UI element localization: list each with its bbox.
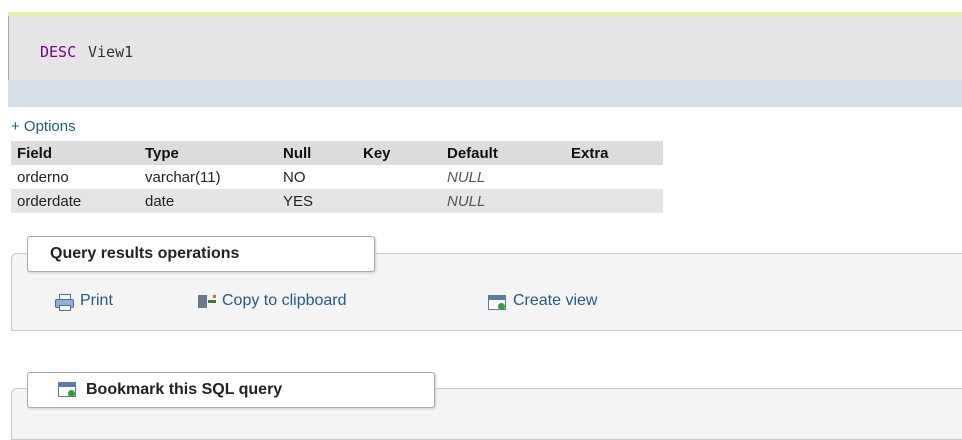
create-view-label: Create view — [513, 292, 598, 309]
cell-type: date — [139, 189, 277, 213]
sql-query-box[interactable]: DESC View1 — [8, 16, 962, 80]
copy-clipboard-icon — [198, 294, 216, 310]
copy-label: Copy to clipboard — [222, 292, 347, 309]
sql-toolbar — [8, 80, 962, 107]
query-results-operations-legend: Query results operations — [27, 236, 375, 272]
bookmark-label: Bookmark this SQL query — [86, 381, 283, 398]
bookmark-icon — [58, 381, 76, 397]
top-strip — [0, 0, 962, 10]
cell-key — [357, 165, 441, 189]
cell-default: NULL — [441, 189, 565, 213]
sql-keyword: DESC — [40, 43, 77, 61]
print-label: Print — [80, 292, 113, 309]
cell-extra — [565, 165, 663, 189]
cell-null: NO — [277, 165, 357, 189]
create-view-icon — [488, 294, 506, 310]
column-header-extra[interactable]: Extra — [565, 141, 663, 165]
column-header-type[interactable]: Type — [139, 141, 277, 165]
cell-field: orderdate — [11, 189, 139, 213]
table-header-row: Field Type Null Key Default Extra — [11, 141, 663, 165]
cell-key — [357, 189, 441, 213]
cell-default: NULL — [441, 165, 565, 189]
cell-field: orderno — [11, 165, 139, 189]
table-row: orderdate date YES NULL — [11, 189, 663, 213]
options-link[interactable]: + Options — [11, 118, 76, 135]
column-header-key[interactable]: Key — [357, 141, 441, 165]
bookmark-legend[interactable]: Bookmark this SQL query — [27, 372, 435, 408]
cell-null: YES — [277, 189, 357, 213]
table-row: orderno varchar(11) NO NULL — [11, 165, 663, 189]
legend-label: Query results operations — [50, 245, 240, 262]
column-header-field[interactable]: Field — [11, 141, 139, 165]
column-header-null[interactable]: Null — [277, 141, 357, 165]
results-table: Field Type Null Key Default Extra ordern… — [11, 141, 663, 213]
sql-text: View1 — [88, 43, 134, 61]
column-header-default[interactable]: Default — [441, 141, 565, 165]
printer-icon — [55, 294, 74, 311]
cell-type: varchar(11) — [139, 165, 277, 189]
cell-extra — [565, 189, 663, 213]
